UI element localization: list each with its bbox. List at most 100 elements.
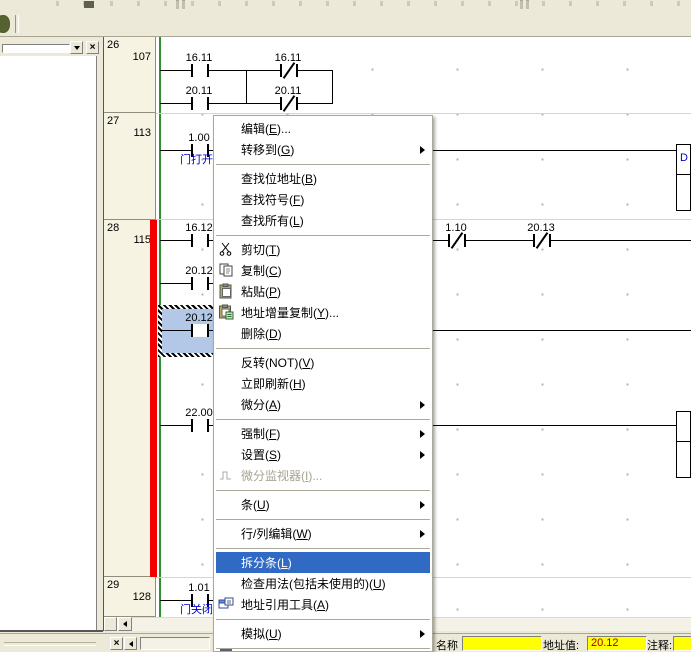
toolbar-separator: [526, 0, 529, 9]
menu-item-find-bit-address[interactable]: 查找位地址(B): [214, 168, 432, 189]
menu-item-differential-monitor: 微分监视器(I)...: [214, 465, 432, 486]
nc-contact-20-11[interactable]: [280, 97, 298, 110]
menu-separator: [214, 344, 432, 352]
arrow-left-icon: [129, 641, 133, 647]
close-icon: ×: [114, 639, 120, 649]
menu-item-set[interactable]: 设置(S): [214, 444, 432, 465]
name-label: 名称: [436, 637, 458, 652]
contact-address: 16.11: [264, 53, 312, 64]
no-contact-22-00[interactable]: [191, 419, 209, 432]
menu-item-edit[interactable]: 编辑(E)...: [214, 118, 432, 139]
submenu-arrow-icon: [420, 501, 425, 509]
block-divider: [677, 441, 690, 442]
submenu-arrow-icon: [420, 530, 425, 538]
rung-step: 128: [133, 591, 151, 603]
no-contact-16-12[interactable]: [191, 234, 209, 247]
menu-item-immediate-refresh[interactable]: 立即刷新(H): [214, 373, 432, 394]
bar-resize-groove: [4, 642, 96, 646]
contact-address: 20.11: [264, 86, 312, 97]
rung-number: 26: [107, 39, 119, 51]
menu-separator: [214, 231, 432, 239]
contact-address: 1.10: [432, 223, 480, 234]
menu-separator: [214, 486, 432, 494]
panel-close-button[interactable]: ×: [86, 41, 99, 54]
menu-separator: [214, 544, 432, 552]
menu-item-goto[interactable]: 转移到(G): [214, 139, 432, 160]
scrollbar-left-button[interactable]: [118, 617, 132, 631]
plc-editor-window: × 26 107 27 113 28 115 29 128: [0, 0, 691, 652]
menu-separator: [214, 415, 432, 423]
rung-step: 113: [133, 127, 151, 139]
submenu-arrow-icon: [420, 401, 425, 409]
nc-contact-20-13[interactable]: [533, 234, 551, 247]
menu-item-split-rung[interactable]: 拆分条(L): [216, 552, 430, 573]
menu-item-delete[interactable]: 删除(D): [214, 323, 432, 344]
contact-address: 20.11: [175, 86, 223, 97]
contact-address: 16.11: [175, 53, 223, 64]
address-value-field[interactable]: 20.12: [587, 636, 647, 651]
context-menu: 编辑(E)... 转移到(G) 查找位地址(B) 查找符号(F) 查找所有(L)…: [213, 115, 433, 652]
rung-number-column: 26 107 27 113 28 115 29 128: [104, 37, 156, 617]
menu-item-cut[interactable]: 剪切(T): [214, 239, 432, 260]
differential-monitor-icon: [218, 467, 234, 483]
close-icon: ×: [90, 43, 96, 53]
menu-item-differentiate[interactable]: 微分(A): [214, 394, 432, 415]
menu-item-row-column-edit[interactable]: 行/列编辑(W): [214, 523, 432, 544]
menu-separator: [214, 615, 432, 623]
menu-item-address-increment-copy[interactable]: 地址增量复制(Y)...: [214, 302, 432, 323]
watch-combo-field[interactable]: [2, 44, 70, 53]
menu-item-check-usage[interactable]: 检查用法(包括未使用的)(U): [214, 573, 432, 594]
nc-contact-1-10[interactable]: [448, 234, 466, 247]
menu-item-simulation[interactable]: 模拟(U): [214, 623, 432, 644]
address-reference-tool-icon: [218, 596, 234, 612]
nc-contact-16-11[interactable]: [280, 64, 298, 77]
menu-separator: [214, 644, 432, 652]
no-contact-20-12-selected[interactable]: [191, 324, 209, 337]
rung-error-bar: [150, 220, 157, 577]
rung-number: 28: [107, 222, 119, 234]
no-contact-20-11[interactable]: [191, 97, 209, 110]
no-contact-20-12[interactable]: [191, 277, 209, 290]
submenu-arrow-icon: [420, 451, 425, 459]
menu-item-copy[interactable]: 复制(C): [214, 260, 432, 281]
menu-separator: [214, 160, 432, 168]
submenu-arrow-icon: [420, 430, 425, 438]
rung-separator: [156, 113, 691, 114]
toolbar-strip-clipped: [0, 0, 691, 12]
arrow-left-icon: [123, 621, 127, 627]
watchbar-close-button[interactable]: ×: [110, 637, 123, 650]
toolbar-row: [0, 12, 691, 37]
menu-item-force[interactable]: 强制(F): [214, 423, 432, 444]
menu-item-rung[interactable]: 条(U): [214, 494, 432, 515]
watchbar-field[interactable]: [140, 637, 210, 650]
menu-item-address-reference-tool[interactable]: 地址引用工具(A): [214, 594, 432, 615]
instruction-block[interactable]: [676, 411, 691, 478]
menu-item-invert-not[interactable]: 反转(NOT)(V): [214, 352, 432, 373]
no-contact-16-11[interactable]: [191, 64, 209, 77]
address-value-label: 地址值:: [543, 637, 579, 652]
toolbar-separator: [176, 0, 179, 9]
toolbar-separator: [520, 0, 523, 9]
branch-wire: [246, 70, 247, 104]
combo-dropdown-button[interactable]: [70, 41, 83, 54]
comment-value-field[interactable]: [673, 636, 691, 651]
name-value-field[interactable]: [462, 636, 542, 651]
scrollbar-corner-box[interactable]: [104, 617, 117, 631]
contact-address: 20.13: [517, 223, 565, 234]
toolbar-separator: [182, 0, 185, 9]
rung-header-27[interactable]: 27 113: [104, 113, 156, 220]
menu-item-find-symbol[interactable]: 查找符号(F): [214, 189, 432, 210]
toolbar-groove: [15, 15, 19, 33]
rung-header-26[interactable]: 26 107: [104, 37, 156, 113]
instruction-block[interactable]: D: [676, 144, 691, 211]
block-divider: [677, 174, 690, 175]
rung-step: 115: [133, 234, 151, 246]
contact-comment: 门打开: [180, 155, 213, 166]
menu-item-paste[interactable]: 粘贴(P): [214, 281, 432, 302]
watchbar-prev-button[interactable]: [124, 637, 137, 650]
rung-header-29[interactable]: 29 128: [104, 577, 156, 617]
menu-item-find-all[interactable]: 查找所有(L): [214, 210, 432, 231]
toolbar-icon-fragment: [84, 1, 94, 8]
rung-header-28[interactable]: 28 115: [104, 220, 156, 577]
paste-increment-icon: [218, 304, 234, 320]
